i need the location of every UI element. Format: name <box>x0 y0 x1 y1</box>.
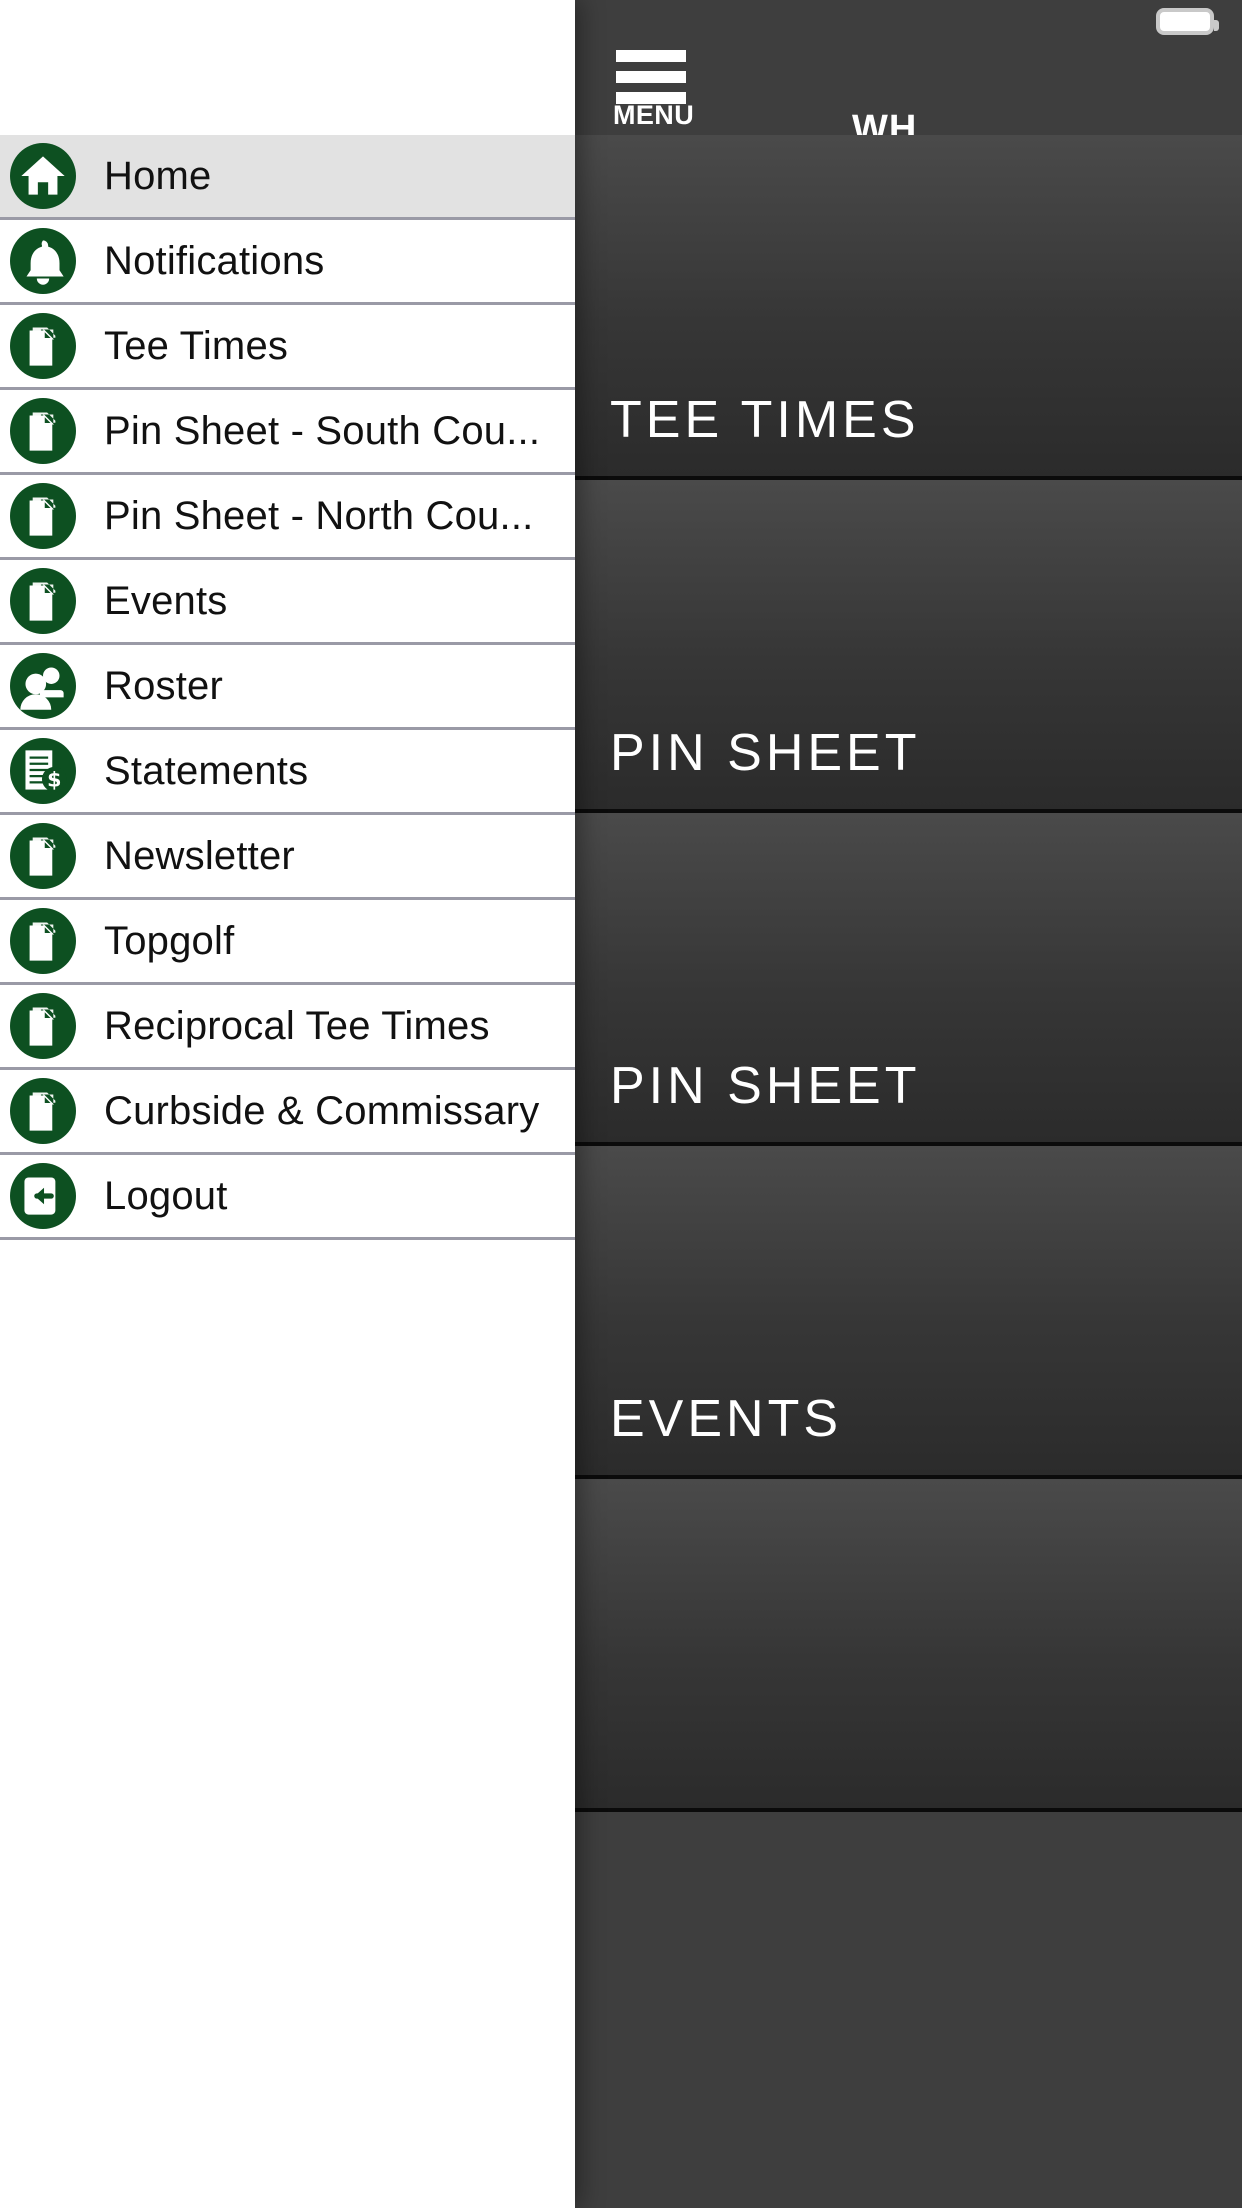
people-icon <box>10 653 76 719</box>
document-icon <box>10 993 76 1059</box>
document-icon <box>10 398 76 464</box>
document-icon <box>10 313 76 379</box>
sidebar-item-notifications[interactable]: Notifications <box>0 220 575 305</box>
sidebar-item-label: Roster <box>104 663 224 708</box>
sidebar-item-statements[interactable]: $ Statements <box>0 730 575 815</box>
battery-full-icon <box>1156 8 1219 35</box>
sidebar-item-label: Logout <box>104 1173 228 1218</box>
menu-button-label[interactable]: MENU <box>613 100 694 131</box>
sidebar-item-topgolf[interactable]: Topgolf <box>0 900 575 985</box>
sidebar-item-label: Pin Sheet - South Cou... <box>104 408 541 453</box>
sidebar-item-label: Newsletter <box>104 833 295 878</box>
logout-icon <box>10 1163 76 1229</box>
sidebar-item-pin-sheet-south-cou[interactable]: Pin Sheet - South Cou... <box>0 390 575 475</box>
sidebar-item-tee-times[interactable]: Tee Times <box>0 305 575 390</box>
drawer-item-list: Home Notifications Tee Times Pin Sheet - So… <box>0 135 575 1240</box>
sidebar-item-events[interactable]: Events <box>0 560 575 645</box>
navigation-drawer: Home Notifications Tee Times Pin Sheet - So… <box>0 0 575 2208</box>
sidebar-item-label: Notifications <box>104 238 325 283</box>
sidebar-item-label: Tee Times <box>104 323 289 368</box>
sidebar-item-pin-sheet-north-cou[interactable]: Pin Sheet - North Cou... <box>0 475 575 560</box>
document-icon <box>10 1078 76 1144</box>
document-icon <box>10 483 76 549</box>
sidebar-item-newsletter[interactable]: Newsletter <box>0 815 575 900</box>
sidebar-item-label: Home <box>104 153 212 198</box>
sidebar-item-label: Pin Sheet - North Cou... <box>104 493 534 538</box>
svg-text:$: $ <box>47 767 61 791</box>
sidebar-item-label: Curbside & Commissary <box>104 1088 540 1133</box>
document-icon <box>10 823 76 889</box>
sidebar-item-reciprocal-tee-times[interactable]: Reciprocal Tee Times <box>0 985 575 1070</box>
hamburger-menu-icon[interactable] <box>616 50 686 104</box>
bell-icon <box>10 228 76 294</box>
sidebar-item-label: Reciprocal Tee Times <box>104 1003 490 1048</box>
document-icon <box>10 908 76 974</box>
invoice-dollar-icon: $ <box>10 738 76 804</box>
sidebar-item-label: Topgolf <box>104 918 235 963</box>
sidebar-item-label: Statements <box>104 748 309 793</box>
sidebar-item-curbside-commissary[interactable]: Curbside & Commissary <box>0 1070 575 1155</box>
sidebar-item-label: Events <box>104 578 228 623</box>
document-icon <box>10 568 76 634</box>
drawer-header-spacer <box>0 0 575 135</box>
phone-screen: MENU WH TEE TIMES PIN SHEET PIN SHEET EVENT… <box>0 0 1242 2208</box>
sidebar-item-roster[interactable]: Roster <box>0 645 575 730</box>
home-icon <box>10 143 76 209</box>
sidebar-item-logout[interactable]: Logout <box>0 1155 575 1240</box>
sidebar-item-home[interactable]: Home <box>0 135 575 220</box>
